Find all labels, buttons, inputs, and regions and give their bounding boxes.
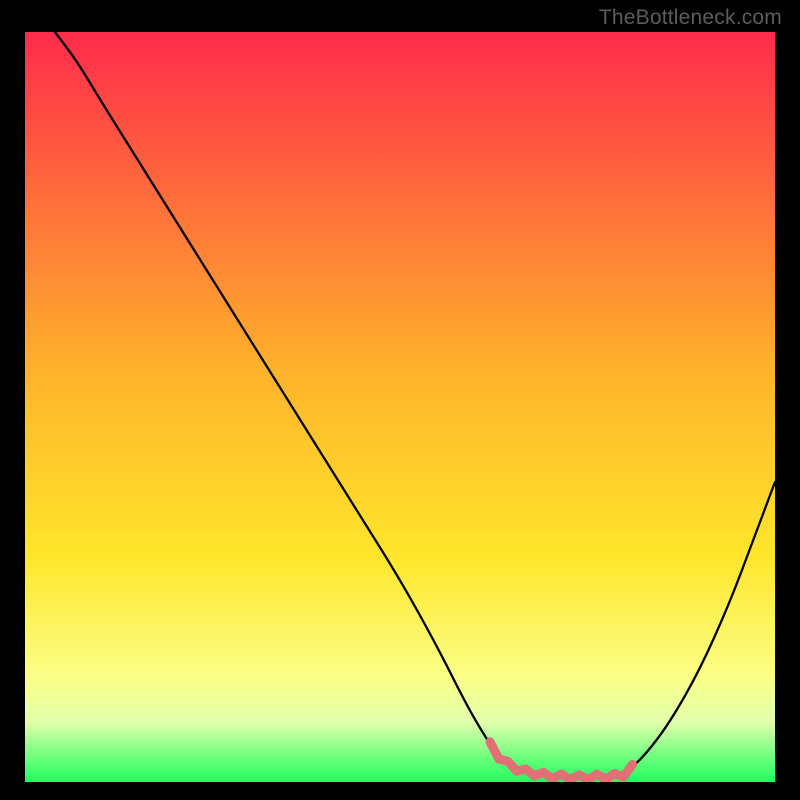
plot-area <box>25 32 775 782</box>
chart-frame: TheBottleneck.com <box>0 0 800 800</box>
chart-svg <box>25 32 775 782</box>
watermark-text: TheBottleneck.com <box>599 6 782 30</box>
gradient-background <box>25 32 775 782</box>
